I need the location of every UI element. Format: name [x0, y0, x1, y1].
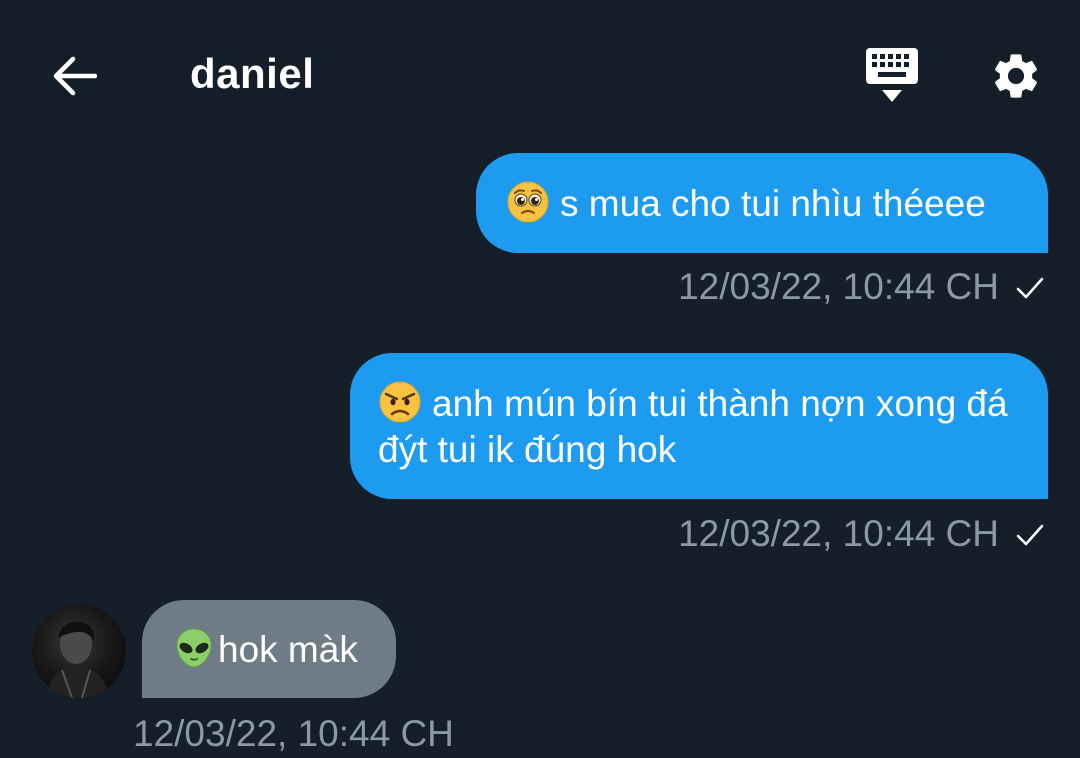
check-icon	[1016, 277, 1044, 299]
message-timestamp: 12/03/22, 10:44 CH	[133, 713, 454, 754]
check-icon	[1016, 524, 1044, 546]
message-text: hok màk	[218, 629, 358, 670]
incoming-message-bubble[interactable]: hok màk	[142, 600, 396, 698]
keyboard-icon	[866, 48, 918, 102]
outgoing-message-bubble[interactable]: s mua cho tui nhìu théeee	[476, 153, 1048, 253]
chat-header: daniel	[0, 0, 1080, 140]
arrow-left-icon	[53, 56, 97, 96]
keyboard-toggle-button[interactable]	[860, 46, 924, 106]
message-timestamp: 12/03/22, 10:44 CH	[678, 266, 999, 307]
message-text: s mua cho tui nhìu théeee	[560, 183, 986, 224]
message-text: anh mún bín tui thành nợn xong đá đýt tu…	[378, 383, 1008, 470]
outgoing-message-bubble[interactable]: anh mún bín tui thành nợn xong đá đýt tu…	[350, 353, 1048, 499]
settings-button[interactable]	[984, 44, 1048, 108]
gear-icon	[994, 54, 1038, 98]
conversation-title: daniel	[190, 50, 315, 97]
pleading-face-emoji	[507, 181, 549, 223]
angry-face-emoji	[379, 381, 421, 423]
back-button[interactable]	[44, 46, 104, 106]
message-timestamp: 12/03/22, 10:44 CH	[678, 513, 999, 554]
avatar-photo	[46, 621, 110, 698]
alien-emoji	[176, 628, 212, 668]
contact-avatar[interactable]	[32, 604, 126, 698]
chat-screen: daniel s mua cho tui nhìu théeee 12/03/2…	[0, 0, 1080, 758]
